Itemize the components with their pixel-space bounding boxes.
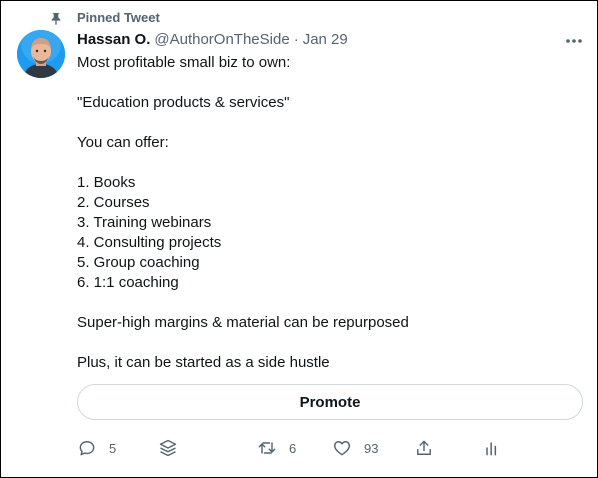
tweet-line: Super-high margins & material can be rep… — [77, 314, 409, 331]
retweet-icon — [258, 442, 276, 454]
analytics-icon — [486, 442, 497, 456]
tweet-line: You can offer: — [77, 134, 169, 151]
like-count: 93 — [364, 440, 379, 456]
tweet-line — [77, 293, 577, 313]
tweet-line — [77, 113, 577, 133]
layers-button[interactable] — [158, 433, 178, 463]
tweet-card[interactable]: Pinned Tweet Hassan O. @AuthorOnTheSide … — [0, 0, 598, 478]
layers-icon — [159, 439, 177, 457]
more-icon[interactable] — [563, 31, 585, 51]
separator-dot: · — [293, 31, 299, 48]
reply-count: 5 — [109, 440, 117, 456]
share-icon — [417, 440, 431, 455]
tweet-line — [77, 73, 577, 93]
tweet-line: Most profitable small biz to own: — [77, 54, 291, 71]
avatar[interactable] — [17, 30, 65, 78]
tweet-text: Most profitable small biz to own: "Educa… — [77, 53, 577, 373]
share-button[interactable] — [414, 433, 434, 463]
pin-icon — [51, 13, 61, 25]
tweet-line: Plus, it can be started as a side hustle — [77, 354, 330, 371]
author-handle[interactable]: @AuthorOnTheSide — [154, 31, 289, 48]
tweet-line: 5. Group coaching — [77, 254, 200, 271]
tweet-line — [77, 153, 577, 173]
tweet-line: 6. 1:1 coaching — [77, 274, 179, 291]
tweet-line: 2. Courses — [77, 194, 150, 211]
tweet-line: 4. Consulting projects — [77, 234, 222, 251]
tweet-line — [77, 333, 577, 353]
analytics-button[interactable] — [482, 433, 502, 463]
retweet-button[interactable]: 6 — [257, 433, 296, 463]
tweet-header: Hassan O. @AuthorOnTheSide · Jan 29 — [77, 31, 348, 48]
tweet-line: 1. Books — [77, 174, 136, 191]
like-button[interactable]: 93 — [332, 433, 378, 463]
avatar-image — [17, 30, 65, 78]
tweet-actions: 5 6 93 — [1, 433, 598, 463]
reply-button[interactable]: 5 — [77, 433, 116, 463]
tweet-line: "Education products & services" — [77, 94, 290, 111]
pinned-label: Pinned Tweet — [77, 10, 160, 25]
retweet-count: 6 — [289, 440, 297, 456]
tweet-date[interactable]: Jan 29 — [303, 31, 348, 48]
like-icon — [333, 441, 351, 456]
author-name[interactable]: Hassan O. — [77, 31, 150, 48]
promote-button[interactable]: Promote — [77, 384, 583, 420]
reply-icon — [79, 441, 95, 456]
tweet-line: 3. Training webinars — [77, 214, 212, 231]
